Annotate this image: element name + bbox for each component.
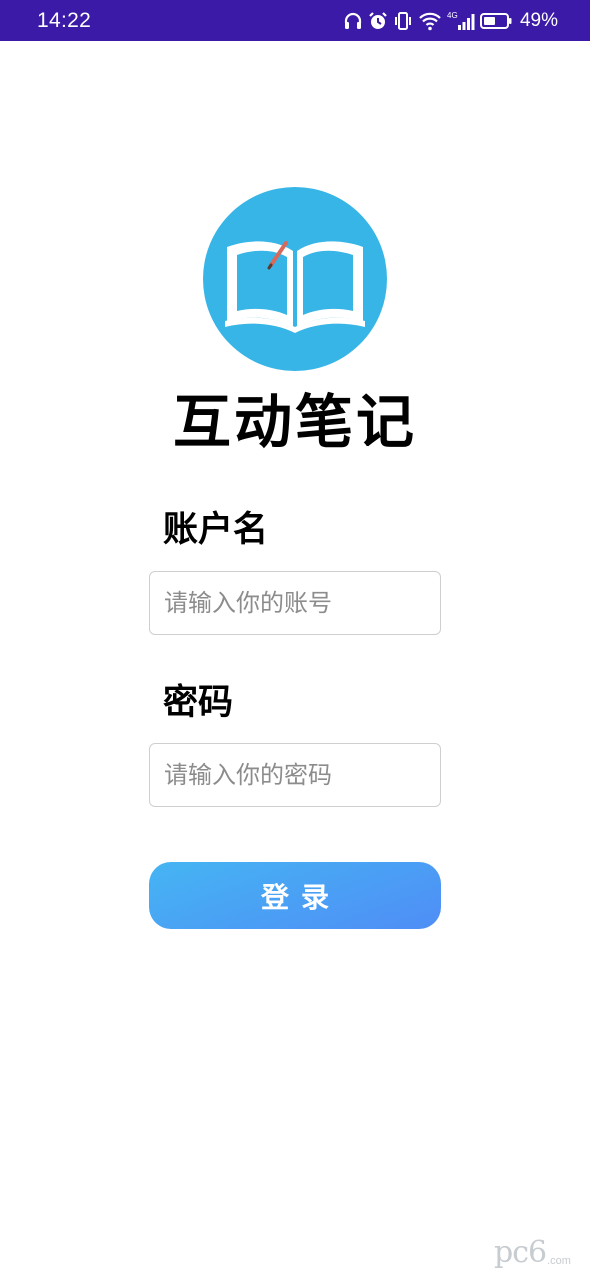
status-time: 14:22 [37, 9, 92, 32]
app-logo [203, 187, 387, 371]
status-icons: 4G 49% [343, 9, 558, 33]
app-title: 互动笔记 [172, 388, 417, 456]
network-label: 4G [447, 11, 458, 20]
battery-icon [479, 9, 512, 33]
password-input[interactable] [149, 743, 441, 807]
status-bar: 14:22 4G 49% [0, 0, 590, 41]
headphones-icon [343, 9, 363, 33]
account-label: 账户名 [163, 510, 269, 550]
wifi-icon [418, 9, 442, 33]
password-label: 密码 [163, 683, 234, 723]
vibrate-icon [393, 9, 413, 33]
signal-icon: 4G [447, 9, 475, 33]
open-book-icon [203, 187, 387, 371]
login-button[interactable]: 登录 [149, 862, 441, 929]
watermark-sub: .com [547, 1255, 571, 1267]
watermark-text: pc6 [494, 1235, 547, 1270]
battery-percent: 49% [519, 10, 558, 31]
alarm-icon [368, 9, 388, 33]
account-input[interactable] [149, 571, 441, 635]
watermark: pc6 .com [494, 1236, 571, 1270]
